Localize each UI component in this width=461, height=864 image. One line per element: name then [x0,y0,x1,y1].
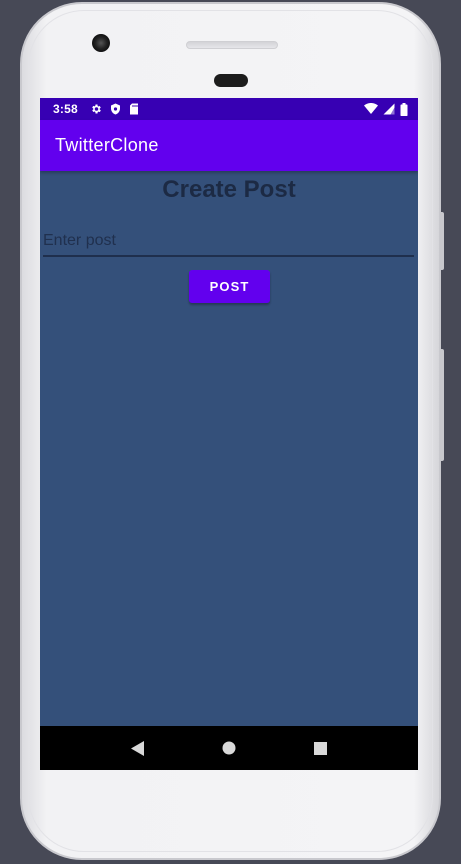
status-time: 3:58 [53,102,78,116]
back-icon [130,740,144,756]
signal-icon [383,103,395,115]
settings-icon [90,103,102,115]
device-screen: 3:58 TwitterClone Create Post Enter post… [40,98,418,770]
app-bar: TwitterClone [40,120,418,171]
post-button[interactable]: POST [189,270,270,303]
speaker-grill [186,41,278,49]
nav-home-button[interactable] [214,733,244,763]
recents-icon [313,741,327,755]
status-notification-icons [90,103,139,115]
page-title: Create Post [162,176,296,203]
navigation-bar [40,726,418,770]
status-bar: 3:58 [40,98,418,120]
sd-card-icon [129,103,139,115]
shield-icon [110,103,121,115]
post-input[interactable] [43,229,414,257]
nav-recents-button[interactable] [305,733,335,763]
front-camera [92,34,110,52]
earpiece [214,74,248,87]
wifi-icon [364,103,378,115]
nav-back-button[interactable] [123,733,153,763]
battery-icon [400,102,408,116]
status-system-icons [364,102,408,116]
app-title: TwitterClone [55,135,159,155]
volume-button [440,349,444,461]
create-post-screen: Create Post POST [40,171,418,726]
power-button [440,212,444,270]
home-icon [222,741,236,755]
